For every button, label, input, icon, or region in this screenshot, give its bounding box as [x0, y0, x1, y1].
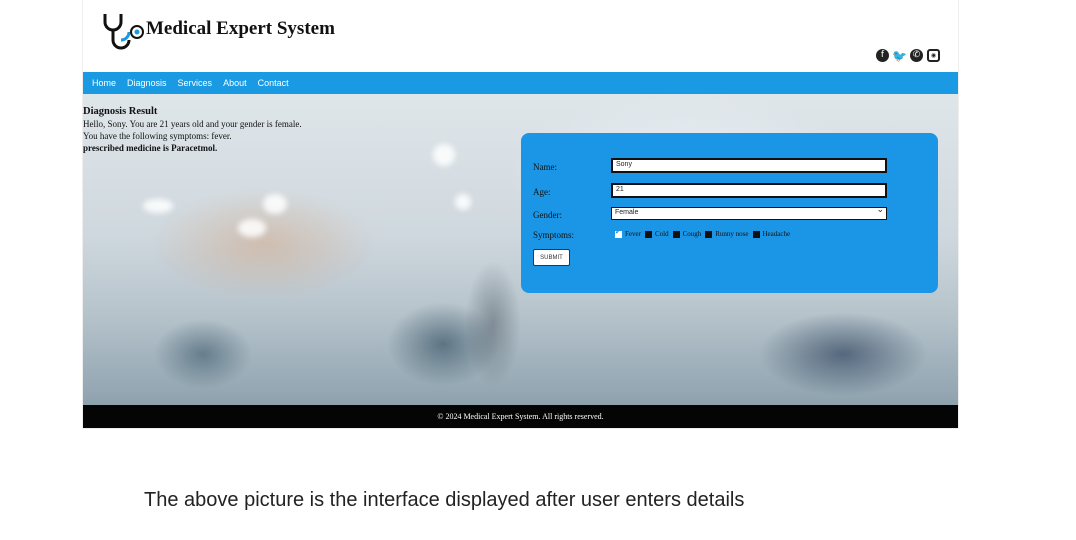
nav-contact[interactable]: Contact [258, 78, 289, 88]
site-footer: © 2024 Medical Expert System. All rights… [83, 405, 958, 428]
gender-label: Gender: [533, 210, 562, 220]
runny-nose-checkbox[interactable] [705, 230, 713, 238]
gender-select[interactable]: Female [611, 205, 887, 220]
symptoms-label: Symptoms: [533, 230, 575, 240]
ceiling-light [238, 219, 266, 237]
copyright-text: © 2024 Medical Expert System. All rights… [437, 412, 604, 421]
ceiling-light [455, 194, 471, 210]
nav-diagnosis[interactable]: Diagnosis [127, 78, 167, 88]
runny-nose-label: Runny nose [715, 230, 749, 238]
headache-checkbox[interactable] [752, 230, 760, 238]
age-field[interactable]: 21 [611, 183, 887, 198]
twitter-icon[interactable]: 🐦 [892, 49, 907, 62]
nav-services[interactable]: Services [178, 78, 213, 88]
document-caption: The above picture is the interface displ… [144, 489, 745, 511]
cold-label: Cold [654, 230, 669, 238]
symptoms-checkboxes: Fever Cold Cough Runny nose Headache [611, 228, 791, 238]
site-header: Medical Expert System f 🐦 ✆ ◉ [83, 0, 958, 72]
name-field[interactable]: Sony [611, 158, 887, 173]
submit-button[interactable]: SUBMIT [533, 249, 570, 266]
stethoscope-logo-icon [103, 14, 144, 50]
facebook-icon[interactable]: f [876, 49, 889, 62]
main-nav: Home Diagnosis Services About Contact [83, 72, 958, 94]
cough-checkbox[interactable] [672, 230, 680, 238]
result-greeting: Hello, Sony. You are 21 years old and yo… [83, 119, 302, 129]
nav-home[interactable]: Home [92, 78, 116, 88]
age-label: Age: [533, 187, 551, 197]
instagram-icon[interactable]: ◉ [927, 49, 940, 62]
result-heading: Diagnosis Result [83, 106, 158, 117]
nav-about[interactable]: About [223, 78, 247, 88]
diagnosis-result: Diagnosis Result Hello, Sony. You are 21… [83, 106, 483, 154]
website-screenshot: Medical Expert System f 🐦 ✆ ◉ Home Diagn… [83, 0, 958, 428]
fever-label: Fever [625, 230, 641, 238]
headache-label: Headache [762, 230, 791, 238]
site-title: Medical Expert System [146, 18, 335, 39]
gender-selected-value: Female [615, 209, 639, 216]
cold-checkbox[interactable] [644, 230, 652, 238]
social-links: f 🐦 ✆ ◉ [876, 49, 940, 62]
cough-label: Cough [682, 230, 702, 238]
result-symptoms: You have the following symptoms: fever. [83, 131, 232, 141]
name-label: Name: [533, 162, 557, 172]
whatsapp-icon[interactable]: ✆ [910, 49, 923, 62]
ceiling-light [143, 199, 173, 213]
diagnosis-form: Name: Sony Age: 21 Gender: Female Sympto… [521, 133, 938, 293]
fever-checkbox[interactable] [615, 228, 622, 238]
result-medicine: prescribed medicine is Paracetmol. [83, 143, 218, 153]
ceiling-light [263, 194, 287, 214]
